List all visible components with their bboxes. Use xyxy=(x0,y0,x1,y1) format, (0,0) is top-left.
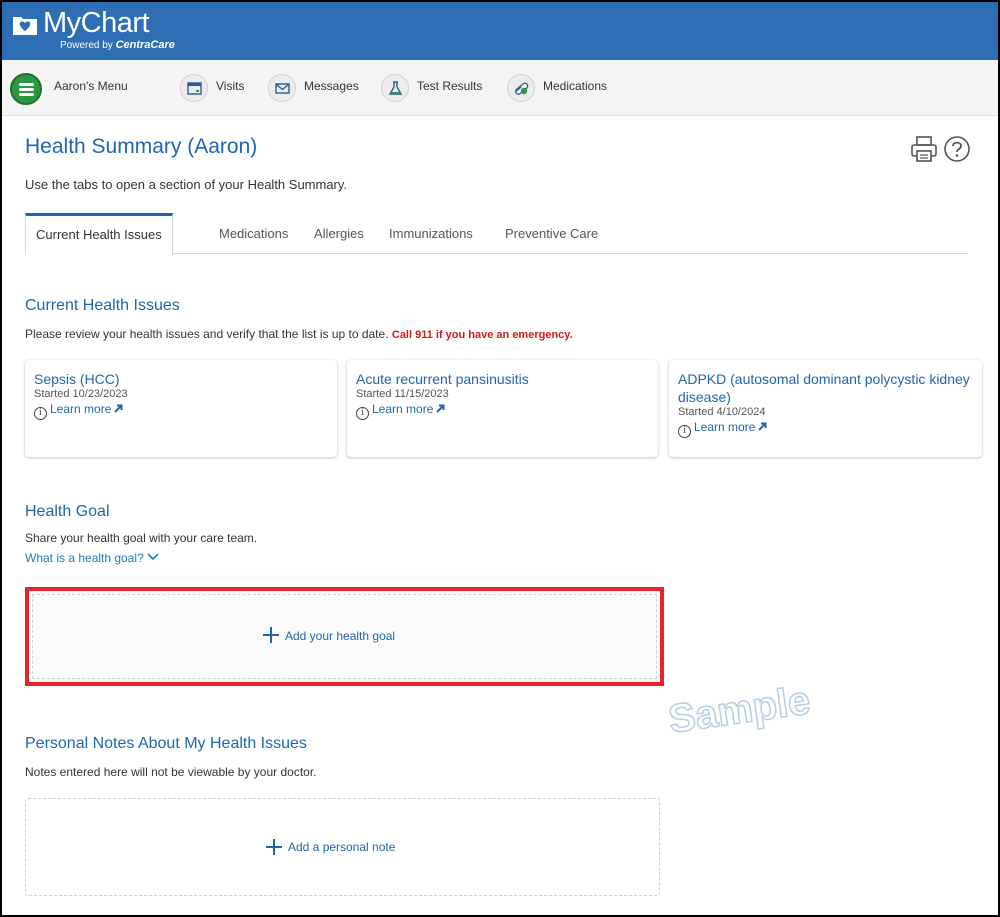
help-icon[interactable] xyxy=(942,134,972,164)
watermark-text: Sample xyxy=(666,678,813,741)
add-health-goal-box[interactable]: Add your health goal xyxy=(25,587,664,686)
envelope-icon[interactable] xyxy=(268,74,296,102)
top-header: MyChart Powered by CentraCare xyxy=(0,0,1000,60)
plus-icon xyxy=(266,839,282,855)
issue-card: ADPKD (autosomal dominant polycystic kid… xyxy=(669,360,982,457)
folder-heart-icon xyxy=(13,17,37,35)
page-title: Health Summary (Aaron) xyxy=(25,135,258,158)
learn-more-link[interactable]: i Learn more xyxy=(356,401,649,420)
issue-card: Sepsis (HCC) Started 10/23/2023 i Learn m… xyxy=(25,360,337,457)
notes-heading: Personal Notes About My Health Issues xyxy=(25,735,307,752)
external-link-icon xyxy=(758,422,767,431)
main-nav: Aaron's Menu Visits Messages Test Result… xyxy=(0,60,1000,116)
issue-name[interactable]: ADPKD (autosomal dominant polycystic kid… xyxy=(678,370,973,406)
info-icon: i xyxy=(34,407,47,420)
add-personal-note-label[interactable]: Add a personal note xyxy=(288,840,395,854)
issues-heading: Current Health Issues xyxy=(25,297,180,314)
nav-medications[interactable]: Medications xyxy=(543,79,607,99)
nav-messages[interactable]: Messages xyxy=(304,79,359,99)
learn-more-label: Learn more xyxy=(50,402,112,416)
add-health-goal-label[interactable]: Add your health goal xyxy=(285,629,395,643)
add-personal-note-box[interactable]: Add a personal note xyxy=(25,798,660,896)
tab-preventive-care[interactable]: Preventive Care xyxy=(505,213,598,254)
issues-description: Please review your health issues and ver… xyxy=(25,327,573,341)
learn-more-label: Learn more xyxy=(694,420,756,434)
nav-test-results[interactable]: Test Results xyxy=(417,79,482,99)
logo-sub-brand: CentraCare xyxy=(115,39,175,51)
what-is-health-goal-link[interactable]: What is a health goal? xyxy=(25,551,159,565)
summary-tabs: Current Health Issues Medications Allerg… xyxy=(25,213,968,255)
page-actions xyxy=(909,132,975,166)
issue-started-date: Started 11/15/2023 xyxy=(356,388,449,400)
issue-name[interactable]: Acute recurrent pansinusitis xyxy=(356,370,649,388)
sample-watermark: Sample xyxy=(665,678,814,743)
learn-more-label: Learn more xyxy=(372,402,434,416)
chevron-down-icon xyxy=(147,553,159,561)
calendar-icon[interactable] xyxy=(180,74,208,102)
info-icon: i xyxy=(356,407,369,420)
tab-allergies[interactable]: Allergies xyxy=(314,213,364,254)
issue-started-date: Started 10/23/2023 xyxy=(34,388,128,400)
plus-icon xyxy=(263,627,279,643)
tab-current-health-issues[interactable]: Current Health Issues xyxy=(25,213,173,255)
info-icon: i xyxy=(678,425,691,438)
external-link-icon xyxy=(114,404,123,413)
issue-name[interactable]: Sepsis (HCC) xyxy=(34,370,328,388)
logo-text: MyChart xyxy=(43,7,150,39)
notes-description: Notes entered here will not be viewable … xyxy=(25,765,317,779)
learn-more-link[interactable]: i Learn more xyxy=(678,419,973,438)
flask-icon[interactable] xyxy=(381,74,409,102)
external-link-icon xyxy=(436,404,445,413)
nav-menu-label[interactable]: Aaron's Menu xyxy=(54,79,128,99)
issues-description-text: Please review your health issues and ver… xyxy=(25,327,389,341)
pill-icon[interactable] xyxy=(507,74,535,102)
goal-description: Share your health goal with your care te… xyxy=(25,531,258,545)
tab-immunizations[interactable]: Immunizations xyxy=(389,213,473,254)
logo-sub-prefix: Powered by xyxy=(60,40,113,51)
issue-started-date: Started 4/10/2024 xyxy=(678,406,766,418)
what-is-health-goal-label: What is a health goal? xyxy=(25,551,144,565)
logo-subtitle: Powered by CentraCare xyxy=(60,39,175,51)
nav-visits[interactable]: Visits xyxy=(216,79,244,99)
learn-more-link[interactable]: i Learn more xyxy=(34,401,328,420)
printer-icon[interactable] xyxy=(909,134,939,164)
emergency-notice: Call 911 if you have an emergency. xyxy=(391,329,573,341)
goal-heading: Health Goal xyxy=(25,503,110,520)
issue-card: Acute recurrent pansinusitis Started 11/… xyxy=(347,360,658,457)
intro-text: Use the tabs to open a section of your H… xyxy=(25,177,348,192)
tab-medications[interactable]: Medications xyxy=(219,213,288,254)
hamburger-menu-icon[interactable] xyxy=(10,73,42,105)
